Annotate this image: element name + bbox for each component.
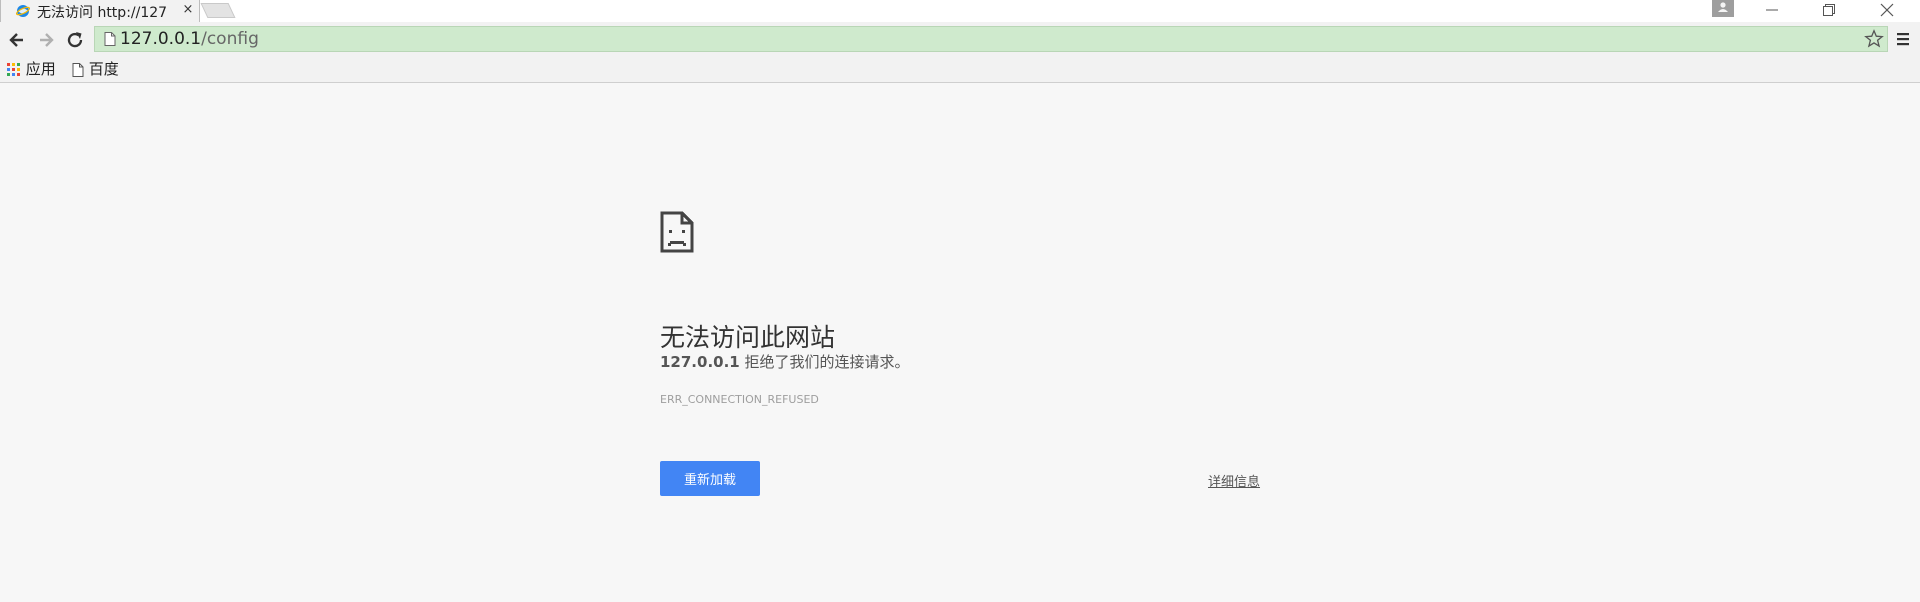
bookmark-label: 应用 bbox=[25, 60, 56, 78]
bookmark-baidu[interactable]: 百度 bbox=[72, 59, 119, 79]
error-description: 127.0.0.1 拒绝了我们的连接请求。 bbox=[660, 351, 910, 372]
url-text[interactable]: 127.0.0.1/config bbox=[120, 28, 259, 50]
forward-button[interactable] bbox=[34, 28, 58, 52]
error-page: 无法访问此网站 127.0.0.1 拒绝了我们的连接请求。 ERR_CONNEC… bbox=[0, 83, 1920, 602]
back-arrow-icon bbox=[9, 33, 23, 47]
error-title: 无法访问此网站 bbox=[660, 322, 836, 352]
bookmark-apps[interactable]: 应用 bbox=[7, 59, 56, 79]
ie-globe-icon bbox=[16, 5, 30, 17]
reload-icon bbox=[67, 32, 83, 48]
details-link[interactable]: 详细信息 bbox=[1208, 471, 1260, 490]
address-bar[interactable]: 127.0.0.1/config bbox=[94, 26, 1888, 52]
browser-toolbar: 127.0.0.1/config bbox=[0, 22, 1920, 56]
minimize-icon bbox=[1766, 9, 1778, 11]
person-icon bbox=[1718, 2, 1728, 12]
tab-close-button[interactable]: × bbox=[181, 2, 195, 18]
browser-menu-button[interactable] bbox=[1894, 30, 1912, 48]
profile-button[interactable] bbox=[1712, 0, 1734, 17]
bookmark-star-icon[interactable] bbox=[1864, 29, 1884, 49]
bookmarks-bar: 应用 百度 bbox=[0, 56, 1920, 83]
reload-toolbar-button[interactable] bbox=[63, 28, 87, 52]
url-path: /config bbox=[201, 29, 259, 49]
tab-title: 无法访问 http://127 bbox=[37, 5, 168, 21]
restore-icon bbox=[1823, 4, 1835, 16]
minimize-button[interactable] bbox=[1752, 0, 1792, 20]
error-host: 127.0.0.1 bbox=[660, 353, 740, 371]
error-message: 拒绝了我们的连接请求。 bbox=[739, 353, 910, 371]
bookmark-label: 百度 bbox=[88, 60, 119, 78]
tab-strip: 无法访问 http://127 × bbox=[0, 0, 1920, 22]
forward-arrow-icon bbox=[40, 33, 54, 47]
error-code: ERR_CONNECTION_REFUSED bbox=[660, 393, 819, 406]
back-button[interactable] bbox=[5, 28, 29, 52]
apps-grid-icon bbox=[7, 62, 20, 76]
restore-button[interactable] bbox=[1809, 0, 1849, 20]
hamburger-menu-icon bbox=[1897, 33, 1909, 46]
url-host: 127.0.0.1 bbox=[120, 29, 202, 49]
sad-page-icon bbox=[660, 211, 694, 253]
reload-button[interactable]: 重新加载 bbox=[660, 461, 760, 496]
new-tab-button[interactable] bbox=[200, 3, 236, 18]
close-window-button[interactable] bbox=[1867, 0, 1907, 20]
page-info-icon[interactable] bbox=[104, 32, 116, 46]
close-icon bbox=[1880, 3, 1894, 17]
browser-tab[interactable]: 无法访问 http://127 × bbox=[0, 0, 200, 22]
page-icon bbox=[72, 62, 84, 77]
